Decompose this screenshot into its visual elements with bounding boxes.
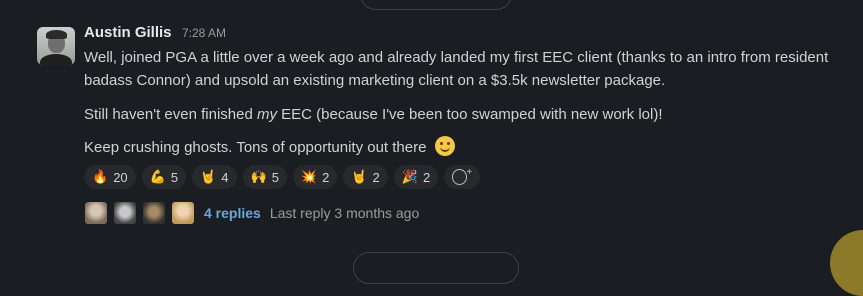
reaction-rock-on-2[interactable]: 🤘 2: [343, 165, 388, 189]
paragraph-2-emphasis: my: [256, 106, 277, 123]
add-reaction-button[interactable]: +: [444, 165, 481, 189]
message-paragraph-2: Still haven't even finished my EEC (beca…: [84, 103, 844, 126]
party-popper-emoji-icon: 🎉: [401, 169, 418, 184]
message-frame: Austin Gillis 7:28 AM Well, joined PGA a…: [0, 0, 863, 296]
paragraph-3-text: Keep crushing ghosts. Tons of opportunit…: [84, 139, 427, 156]
date-divider-pill[interactable]: [360, 0, 512, 10]
thread-participant-avatar: [142, 201, 166, 225]
reaction-rock-on[interactable]: 🤘 4: [192, 165, 237, 189]
author-name[interactable]: Austin Gillis: [84, 24, 172, 41]
reaction-bar: 🔥 20 💪 5 🤘 4 🙌 5 💥 2 🤘 2 🎉 2 +: [84, 165, 481, 189]
message-paragraph-3: Keep crushing ghosts. Tons of opportunit…: [84, 136, 844, 159]
reaction-count: 2: [372, 169, 380, 185]
thread-last-reply: Last reply 3 months ago: [269, 205, 420, 221]
message-paragraph-1: Well, joined PGA a little over a week ag…: [84, 49, 829, 89]
raising-hands-emoji-icon: 🙌: [250, 169, 267, 184]
reaction-collision[interactable]: 💥 2: [292, 165, 338, 189]
thread-participant-avatar: [84, 201, 108, 225]
reaction-count: 2: [422, 169, 431, 185]
thread-participant-avatar: [171, 201, 195, 225]
message-header: Austin Gillis 7:28 AM: [84, 24, 226, 42]
flexed-biceps-emoji-icon: 💪: [149, 169, 166, 184]
avatar-hair: [46, 30, 67, 39]
reaction-count: 5: [170, 169, 179, 185]
rock-on-emoji-icon: 🤘: [351, 169, 368, 184]
reaction-count: 20: [113, 169, 128, 185]
thread-summary[interactable]: 4 replies Last reply 3 months ago: [84, 200, 419, 226]
corner-avatar[interactable]: [830, 230, 863, 296]
reaction-raising-hands[interactable]: 🙌 5: [242, 165, 287, 189]
avatar-shoulders: [40, 54, 72, 65]
reaction-count: 2: [322, 169, 330, 185]
paragraph-2-text-start: Still haven't even finished: [84, 106, 257, 123]
reaction-count: 4: [221, 169, 229, 185]
paragraph-2-text-end: EEC (because I've been too swamped with …: [276, 106, 663, 123]
reaction-fire[interactable]: 🔥 20: [84, 165, 136, 189]
scroll-pill[interactable]: [353, 252, 519, 284]
reaction-party-popper[interactable]: 🎉 2: [393, 165, 439, 189]
message-timestamp[interactable]: 7:28 AM: [182, 26, 226, 40]
collision-emoji-icon: 💥: [300, 169, 318, 184]
author-avatar[interactable]: [37, 27, 75, 65]
slightly-smiling-face-icon: [434, 136, 455, 156]
fire-emoji-icon: 🔥: [92, 169, 109, 184]
plus-icon: +: [466, 166, 473, 178]
reaction-count: 5: [271, 169, 279, 185]
thread-replies-link[interactable]: 4 replies: [204, 205, 261, 221]
rock-on-emoji-icon: 🤘: [200, 169, 217, 184]
add-reaction-icon: [452, 169, 468, 185]
reaction-flexed-biceps[interactable]: 💪 5: [141, 165, 187, 189]
thread-participant-avatar: [113, 201, 137, 225]
